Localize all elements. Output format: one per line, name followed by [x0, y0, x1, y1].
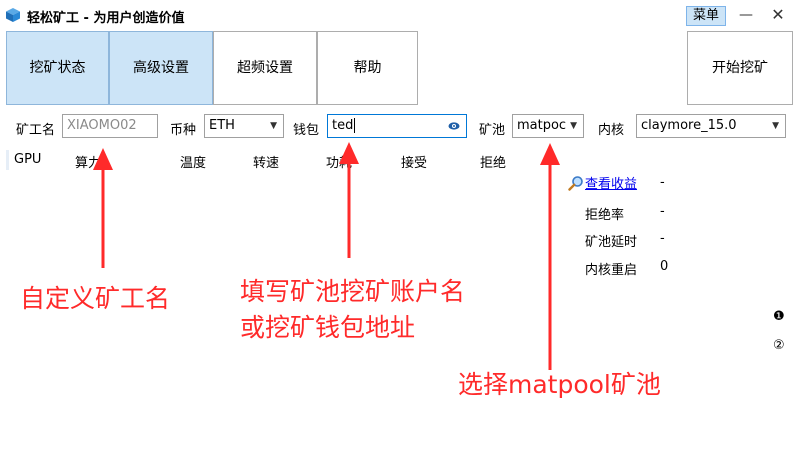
annotation-wallet-line1: 填写矿池挖矿账户名	[240, 277, 466, 306]
arrow-head-pool	[540, 143, 560, 165]
annotation-custom-miner: 自定义矿工名	[20, 284, 171, 313]
arrow-head-wallet	[339, 142, 359, 164]
annotation-pool-select: 选择matpool矿池	[458, 370, 661, 399]
annotation-wallet-line2: 或挖矿钱包地址	[240, 313, 416, 342]
annotation-arrows	[93, 142, 560, 370]
arrow-head-miner-name	[93, 148, 113, 170]
